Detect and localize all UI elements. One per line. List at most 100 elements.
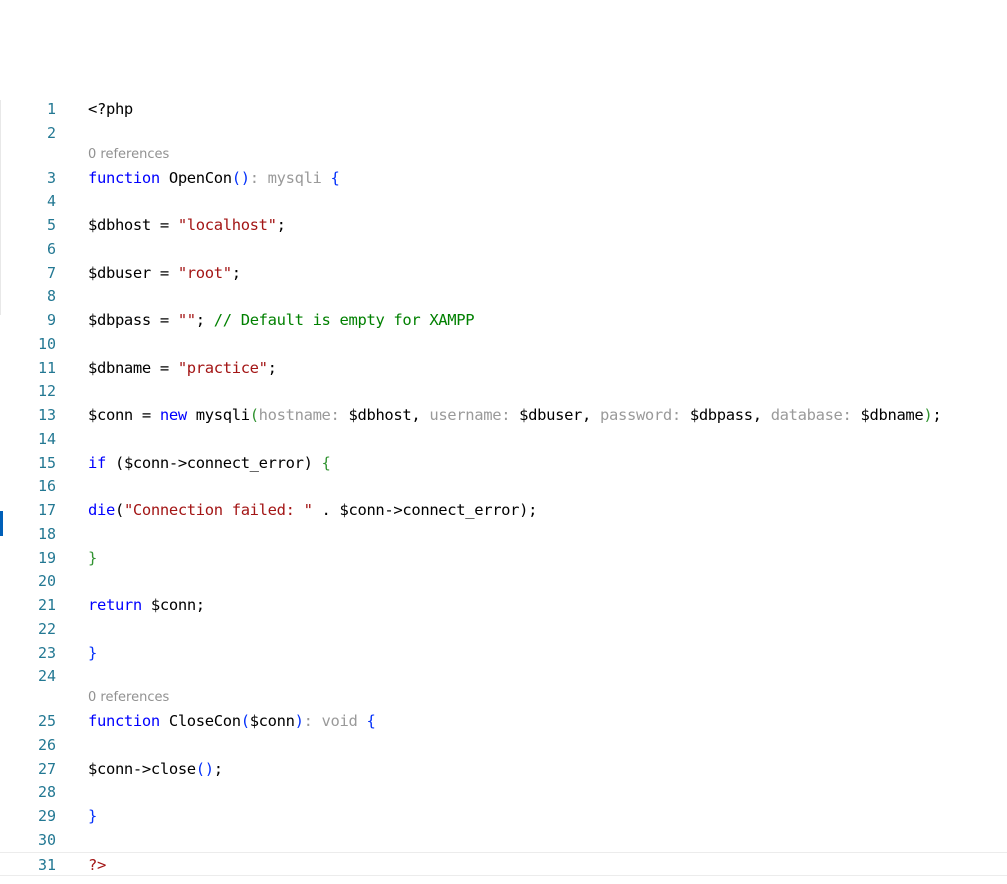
code-token: mysqli — [186, 406, 250, 424]
line-number: 2 — [46, 123, 56, 142]
code-token: $dbname — [851, 406, 924, 424]
code-line[interactable]: 23} — [0, 641, 1007, 665]
code-line[interactable]: 2 — [0, 121, 1007, 145]
code-line[interactable]: 1 <?php — [0, 97, 1007, 121]
code-token: "practice" — [177, 358, 268, 377]
inlay-hint: username: — [429, 406, 511, 424]
code-line[interactable]: 27 $conn->close(); — [0, 757, 1007, 781]
code-token: () — [231, 168, 250, 187]
line-number: 16 — [37, 477, 56, 496]
code-line[interactable]: 24 — [0, 664, 1007, 688]
line-number: 23 — [37, 643, 56, 662]
code-token: "root" — [177, 263, 232, 282]
code-line[interactable]: 18 — [0, 522, 1007, 546]
codelens-references[interactable]: 0 references — [88, 689, 169, 707]
code-line[interactable]: 20 — [0, 569, 1007, 593]
code-token: ( — [249, 406, 259, 424]
code-token: { — [357, 712, 376, 730]
line-number: 20 — [37, 572, 56, 591]
code-token: function — [88, 168, 160, 187]
line-number: 5 — [46, 216, 56, 234]
code-line[interactable]: 8 — [0, 284, 1007, 308]
code-line[interactable]: 7 $dbuser = "root"; — [0, 261, 1007, 285]
code-line[interactable]: 19} — [0, 546, 1007, 570]
code-line[interactable]: 6 — [0, 237, 1007, 261]
code-token: $dbhost, — [339, 406, 430, 424]
code-text[interactable]: ?> — [88, 853, 106, 877]
code-text[interactable]: $conn->close(); — [88, 757, 223, 781]
code-line[interactable]: 21 return $conn; — [0, 593, 1007, 617]
code-token: $dbuser = — [88, 263, 178, 282]
code-line[interactable]: 11 $dbname = "practice"; — [0, 356, 1007, 380]
code-text[interactable]: <?php — [88, 97, 133, 121]
code-line[interactable]: 3 function OpenCon(): mysqli { — [0, 166, 1007, 190]
code-line[interactable]: 22 — [0, 617, 1007, 641]
code-token: ; — [195, 311, 214, 329]
code-text[interactable]: $dbname = "practice"; — [88, 356, 277, 380]
code-token: $conn; — [141, 596, 205, 614]
code-text[interactable]: $conn = new mysqli(hostname: $dbhost, us… — [88, 403, 942, 427]
code-token: ( — [114, 501, 124, 519]
code-text[interactable]: } — [88, 804, 97, 828]
inlay-hint: : mysqli — [249, 168, 322, 187]
inlay-hint: password: — [600, 406, 681, 424]
code-text[interactable]: } — [88, 641, 97, 665]
code-token: ?> — [88, 855, 106, 874]
code-line[interactable]: 14 — [0, 427, 1007, 451]
code-line[interactable]: 28 — [0, 780, 1007, 804]
code-token: ) — [303, 453, 313, 472]
code-token: $conn->connect_error — [123, 453, 304, 472]
code-line[interactable]: 12 — [0, 379, 1007, 403]
code-token: <?php — [88, 100, 133, 118]
line-number: 3 — [46, 168, 56, 187]
inlay-hint: database: — [770, 406, 852, 424]
code-token: ; — [276, 216, 286, 234]
code-token: $conn = — [88, 406, 160, 424]
inlay-hint: hostname: — [258, 406, 340, 424]
line-number: 30 — [37, 830, 56, 849]
code-line[interactable]: 25 function CloseCon($conn): void { — [0, 709, 1007, 733]
line-number: 1 — [46, 100, 56, 118]
line-number: 13 — [37, 406, 56, 424]
code-text[interactable]: $dbuser = "root"; — [88, 261, 241, 285]
code-text[interactable]: } — [88, 546, 97, 570]
code-editor[interactable]: 1 <?php 2 0 references 3 function OpenCon(): … — [0, 0, 1007, 884]
code-line[interactable]: 17 die("Connection failed: " . $conn->con… — [0, 498, 1007, 522]
code-token: } — [88, 548, 97, 567]
code-token: function — [88, 712, 160, 730]
code-token: ; — [932, 406, 942, 424]
code-text[interactable]: function CloseCon($conn): void { — [88, 709, 376, 733]
codelens-references[interactable]: 0 references — [88, 146, 169, 164]
code-line[interactable]: 4 — [0, 189, 1007, 213]
code-line[interactable]: 31 ?> — [0, 851, 1007, 877]
line-number: 24 — [37, 667, 56, 686]
code-text[interactable]: $dbhost = "localhost"; — [88, 213, 286, 237]
code-line[interactable]: 26 — [0, 733, 1007, 757]
code-text[interactable]: return $conn; — [88, 593, 205, 617]
code-token: ( — [105, 453, 124, 472]
code-token: $dbhost = — [88, 216, 178, 234]
code-text[interactable]: function OpenCon(): mysqli { — [88, 166, 340, 190]
code-token: if — [88, 453, 106, 472]
code-line[interactable]: 13 $conn = new mysqli(hostname: $dbhost, … — [0, 403, 1007, 427]
code-line[interactable]: 15 if ($conn->connect_error) { — [0, 451, 1007, 475]
code-token: ) — [294, 712, 304, 730]
code-token: ; — [231, 263, 241, 282]
code-token: } — [88, 807, 97, 825]
code-token: return — [88, 596, 142, 614]
code-line[interactable]: 30 — [0, 828, 1007, 852]
code-text[interactable]: if ($conn->connect_error) { — [88, 451, 331, 475]
code-line[interactable]: 9 $dbpass = ""; // Default is empty for X… — [0, 308, 1007, 332]
code-line[interactable]: 16 — [0, 474, 1007, 498]
line-number: 14 — [37, 429, 56, 448]
line-number: 11 — [37, 358, 56, 377]
code-token: "" — [177, 311, 196, 329]
code-text[interactable]: $dbpass = ""; // Default is empty for XA… — [88, 308, 475, 332]
code-line[interactable]: 29} — [0, 804, 1007, 828]
line-number: 25 — [37, 712, 56, 730]
line-number: 31 — [37, 855, 56, 874]
code-text[interactable]: die("Connection failed: " . $conn->conne… — [88, 498, 537, 522]
code-line[interactable]: 5 $dbhost = "localhost"; — [0, 213, 1007, 237]
code-token: // Default is empty for XAMPP — [213, 311, 475, 329]
code-line[interactable]: 10 — [0, 332, 1007, 356]
